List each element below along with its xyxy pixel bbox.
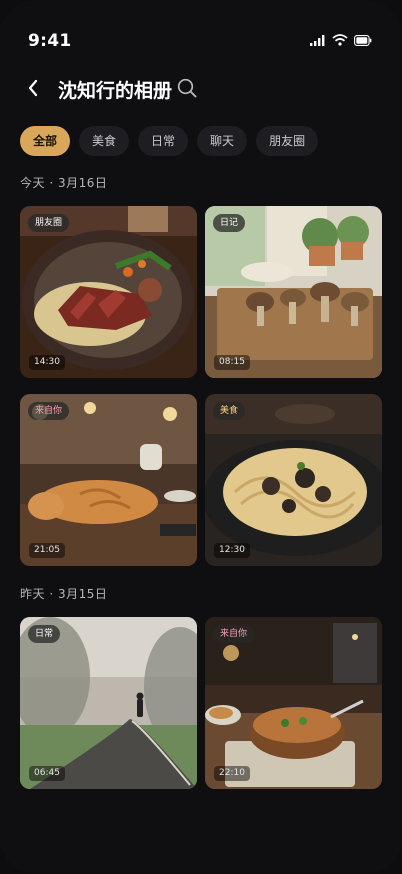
- photo-time: 12:30: [214, 543, 250, 558]
- header: 沈知行的相册: [0, 70, 402, 110]
- status-bar: 9:41: [0, 0, 402, 60]
- tab-all[interactable]: 全部: [20, 126, 71, 156]
- photo-tag: 来自你: [213, 625, 255, 643]
- photo-tag: 日记: [213, 214, 246, 232]
- photo-card[interactable]: 朋友圈 14:30: [20, 206, 197, 378]
- photo-tag: 来自你: [28, 402, 70, 420]
- page-title: 沈知行的相册: [58, 80, 173, 102]
- photo-tag: 日常: [28, 625, 61, 643]
- wifi-icon: [332, 34, 348, 46]
- photo-tag: 朋友圈: [28, 214, 70, 232]
- photo-card[interactable]: 来自你 22:10: [205, 617, 382, 789]
- tab-moments[interactable]: 朋友圈: [256, 126, 319, 156]
- filter-tabs: 全部 美食 日常 聊天 朋友圈: [20, 126, 319, 156]
- status-icons: [310, 34, 372, 46]
- photo-card[interactable]: 日记 08:15: [205, 206, 382, 378]
- tab-food[interactable]: 美食: [79, 126, 130, 156]
- photo-time: 08:15: [214, 355, 250, 370]
- back-arrow-icon[interactable]: [22, 76, 46, 100]
- photo-time: 14:30: [29, 355, 65, 370]
- photo-time: 22:10: [214, 766, 250, 781]
- photo-card[interactable]: 日常 06:45: [20, 617, 197, 789]
- photo-time: 21:05: [29, 543, 65, 558]
- tab-chat[interactable]: 聊天: [197, 126, 248, 156]
- section-yesterday: 昨天 · 3月15日: [20, 587, 108, 601]
- signal-icon: [310, 34, 325, 46]
- phone-screen: 9:41 沈知行的相册 全部 美食 日常 聊天 朋友圈 今天 · 3月16日 朋…: [0, 0, 402, 874]
- section-today: 今天 · 3月16日: [20, 176, 108, 190]
- status-time: 9:41: [28, 31, 72, 51]
- photo-card[interactable]: 来自你 21:05: [20, 394, 197, 566]
- photo-tag: 美食: [213, 402, 246, 420]
- tab-daily[interactable]: 日常: [138, 126, 189, 156]
- battery-icon: [354, 34, 372, 46]
- search-icon[interactable]: [176, 77, 198, 99]
- photo-card[interactable]: 美食 12:30: [205, 394, 382, 566]
- photo-time: 06:45: [29, 766, 65, 781]
